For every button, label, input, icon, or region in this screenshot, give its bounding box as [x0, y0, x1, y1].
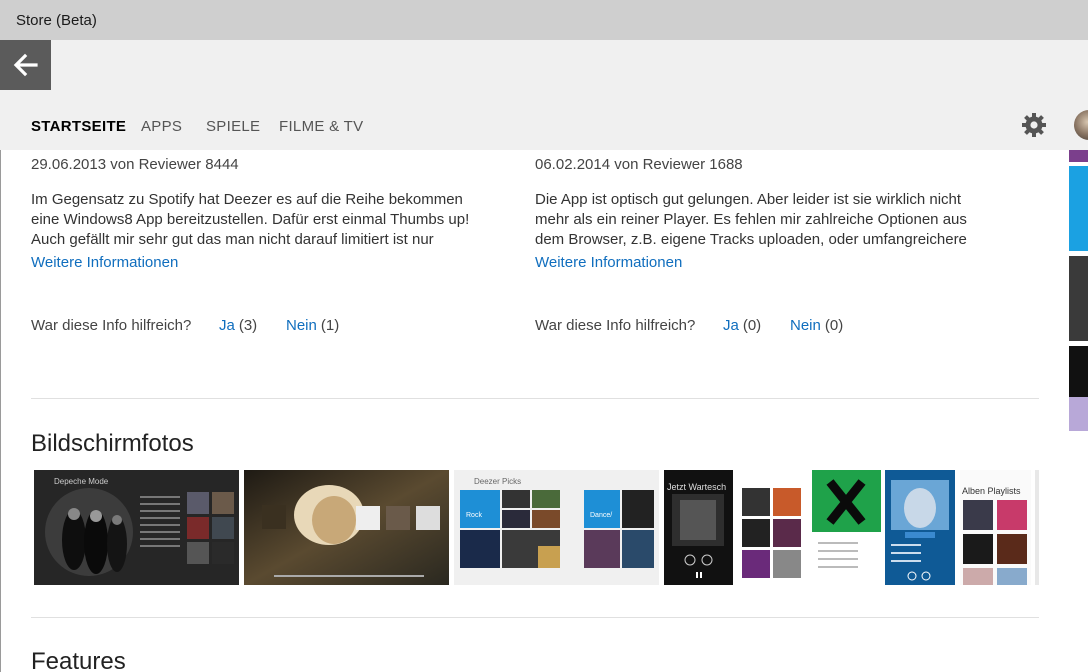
screenshot-caption: Alben Playlists — [962, 486, 1021, 496]
arrow-left-icon — [13, 53, 38, 77]
screenshot-thumbnail[interactable] — [885, 470, 955, 585]
window-title: Store (Beta) — [16, 12, 97, 29]
tile-blue[interactable] — [1069, 166, 1088, 251]
review-meta: 29.06.2013 von Reviewer 8444 — [31, 156, 239, 173]
svg-text:Rock: Rock — [466, 512, 482, 519]
vote-yes-count: (0) — [742, 317, 762, 334]
screenshot-caption: Deezer Picks — [474, 477, 521, 486]
gear-icon[interactable] — [1021, 112, 1047, 138]
vote-no-count: (1) — [320, 317, 340, 334]
screenshot-thumbnail[interactable] — [1035, 470, 1039, 585]
back-button[interactable] — [0, 40, 51, 90]
more-info-link[interactable]: Weitere Informationen — [31, 254, 178, 271]
review-meta: 06.02.2014 von Reviewer 1688 — [535, 156, 743, 173]
screenshot-image — [885, 470, 955, 585]
screenshots-title: Bildschirmfotos — [31, 430, 194, 457]
helpful-question: War diese Info hilfreich? — [31, 317, 192, 334]
tab-spiele[interactable]: SPIELE — [206, 118, 260, 135]
more-info-link[interactable]: Weitere Informationen — [535, 254, 682, 271]
review-body: Im Gegensatz zu Spotify hat Deezer es au… — [31, 191, 470, 248]
tab-filme-tv[interactable]: FILME & TV — [279, 118, 363, 135]
side-tiles — [1069, 150, 1088, 450]
tab-startseite[interactable]: STARTSEITE — [31, 118, 126, 135]
title-bar: Store (Beta) — [0, 0, 1088, 40]
section-divider — [31, 617, 1039, 618]
screenshot-image: Alben Playlists — [960, 470, 1031, 585]
section-divider — [31, 398, 1039, 399]
vote-no[interactable]: Nein (0) — [790, 317, 843, 334]
vote-no-label[interactable]: Nein — [286, 317, 317, 334]
vote-no-count: (0) — [824, 317, 844, 334]
vote-yes[interactable]: Ja (0) — [723, 317, 761, 334]
screenshot-image: Depeche Mode — [34, 470, 239, 585]
svg-text:Dance/: Dance/ — [590, 512, 612, 519]
screenshot-image — [812, 470, 881, 585]
tile-purple[interactable] — [1069, 150, 1088, 162]
vote-yes-label[interactable]: Ja — [723, 317, 739, 334]
top-navigation: STARTSEITE APPS SPIELE FILME & TV — [0, 90, 1088, 150]
vote-no[interactable]: Nein (1) — [286, 317, 339, 334]
vote-no-label[interactable]: Nein — [790, 317, 821, 334]
tile-dark[interactable] — [1069, 256, 1088, 341]
screenshot-thumbnail[interactable]: Jetzt Wartesch — [664, 470, 733, 585]
features-title: Features — [31, 648, 126, 672]
screenshot-thumbnail[interactable]: Alben Playlists — [960, 470, 1031, 585]
vote-yes[interactable]: Ja (3) — [219, 317, 257, 334]
screenshot-caption: Jetzt Wartesch — [667, 482, 726, 492]
helpful-question: War diese Info hilfreich? — [535, 317, 696, 334]
vote-yes-label[interactable]: Ja — [219, 317, 235, 334]
screenshot-image — [244, 470, 449, 585]
screenshot-thumbnail[interactable] — [738, 470, 805, 585]
screenshot-thumbnail[interactable]: Depeche Mode — [34, 470, 239, 585]
vote-yes-count: (3) — [238, 317, 258, 334]
back-bar — [0, 40, 1088, 90]
screenshot-image: Rock Dance/ Deezer Picks — [454, 470, 659, 585]
review-body: Die App ist optisch gut gelungen. Aber l… — [535, 191, 967, 248]
tab-apps[interactable]: APPS — [141, 118, 182, 135]
screenshot-image — [738, 470, 805, 585]
screenshot-image: Jetzt Wartesch — [664, 470, 733, 585]
main-content: 29.06.2013 von Reviewer 8444 Im Gegensat… — [0, 150, 1062, 672]
screenshot-thumbnail[interactable]: Rock Dance/ Deezer Picks — [454, 470, 659, 585]
screenshot-thumbnail[interactable] — [244, 470, 449, 585]
screenshot-thumbnail[interactable] — [812, 470, 881, 585]
screenshot-caption: Depeche Mode — [54, 477, 109, 486]
tile-black[interactable] — [1069, 346, 1088, 431]
